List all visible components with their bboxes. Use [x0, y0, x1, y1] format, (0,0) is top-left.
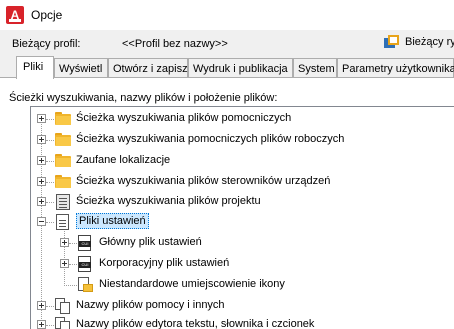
collapse-icon[interactable]: [37, 217, 46, 226]
folder-icon: [55, 154, 71, 167]
file-folder-icon: [78, 277, 93, 293]
multi-doc-icon: [55, 298, 71, 314]
title-bar: A Opcje: [0, 0, 454, 30]
tree-item[interactable]: Nazwy plików pomocy i innych: [31, 296, 451, 316]
expand-icon[interactable]: [37, 197, 46, 206]
tab-open-save[interactable]: Otwórz i zapisz: [108, 58, 188, 78]
tree-item-label: Ścieżka wyszukiwania pomocniczych plików…: [76, 133, 345, 145]
tree-item-label: Ścieżka wyszukiwania plików pomocniczych: [76, 112, 292, 124]
expand-icon[interactable]: [37, 114, 46, 123]
profile-label: Bieżący profil:: [12, 38, 81, 50]
tree-item[interactable]: Niestandardowe umiejscowienie ikony: [31, 275, 451, 295]
tree-item[interactable]: CUI Główny plik ustawień: [31, 233, 451, 253]
window-title: Opcje: [31, 8, 63, 22]
tree-item[interactable]: Ścieżka wyszukiwania plików pomocniczych: [31, 109, 451, 129]
tree-item[interactable]: Ścieżka wyszukiwania plików projektu: [31, 192, 451, 212]
tree-item[interactable]: CUI Korporacyjny plik ustawień: [31, 254, 451, 274]
expand-icon[interactable]: [37, 135, 46, 144]
folder-icon: [55, 112, 71, 125]
tab-strip: Pliki Wyświetl Otwórz i zapisz Wydruk i …: [0, 56, 454, 79]
expand-icon[interactable]: [60, 259, 69, 268]
tree-item-label: Ścieżka wyszukiwania plików sterowników …: [76, 175, 331, 187]
expand-icon[interactable]: [37, 177, 46, 186]
tab-user-preferences[interactable]: Parametry użytkownika: [337, 58, 454, 78]
tree-item-selected[interactable]: Pliki ustawień: [31, 212, 451, 232]
tree-item-label: Ścieżka wyszukiwania plików projektu: [76, 195, 261, 207]
app-icon: A: [6, 6, 24, 24]
cuix-file-icon: CUI: [78, 235, 91, 251]
tree-item[interactable]: Nazwy plików edytora tekstu, słownika i …: [31, 315, 451, 329]
tab-plot-publish[interactable]: Wydruk i publikacja: [188, 58, 293, 78]
expand-icon[interactable]: [60, 238, 69, 247]
current-drawing-button[interactable]: Bieżący ry: [384, 35, 454, 49]
tree-item-label: Główny plik ustawień: [99, 236, 202, 248]
tab-system[interactable]: System: [293, 58, 337, 78]
expand-icon[interactable]: [37, 320, 46, 329]
search-paths-tree[interactable]: Ścieżka wyszukiwania plików pomocniczych…: [30, 106, 454, 329]
folder-icon: [55, 175, 71, 188]
expand-icon[interactable]: [37, 301, 46, 310]
cuix-file-icon: CUI: [78, 256, 91, 272]
tree-item-label: Niestandardowe umiejscowienie ikony: [99, 278, 285, 290]
tree-item-label: Nazwy plików edytora tekstu, słownika i …: [76, 318, 315, 329]
tree-item-label: Pliki ustawień: [76, 213, 149, 229]
folder-icon: [55, 133, 71, 146]
tree-item-label: Zaufane lokalizacje: [76, 154, 171, 166]
tab-files[interactable]: Pliki: [16, 56, 54, 79]
tree-item[interactable]: Ścieżka wyszukiwania plików sterowników …: [31, 172, 451, 192]
panel-label: Ścieżki wyszukiwania, nazwy plików i poł…: [9, 92, 278, 104]
tab-display[interactable]: Wyświetl: [54, 58, 108, 78]
profile-row: Bieżący profil: <<Profil bez nazwy>> Bie…: [0, 30, 454, 56]
drawing-icon: [384, 35, 400, 49]
document-icon: [56, 214, 69, 230]
project-icon: [56, 194, 70, 210]
current-drawing-label: Bieżący ry: [405, 36, 454, 48]
tree-item-label: Korporacyjny plik ustawień: [99, 257, 230, 269]
tree-item-label: Nazwy plików pomocy i innych: [76, 299, 225, 311]
expand-icon[interactable]: [37, 156, 46, 165]
profile-value: <<Profil bez nazwy>>: [122, 38, 228, 50]
multi-doc-icon: [55, 317, 71, 329]
tree-item[interactable]: Ścieżka wyszukiwania pomocniczych plików…: [31, 130, 451, 150]
tree-item[interactable]: Zaufane lokalizacje: [31, 151, 451, 171]
